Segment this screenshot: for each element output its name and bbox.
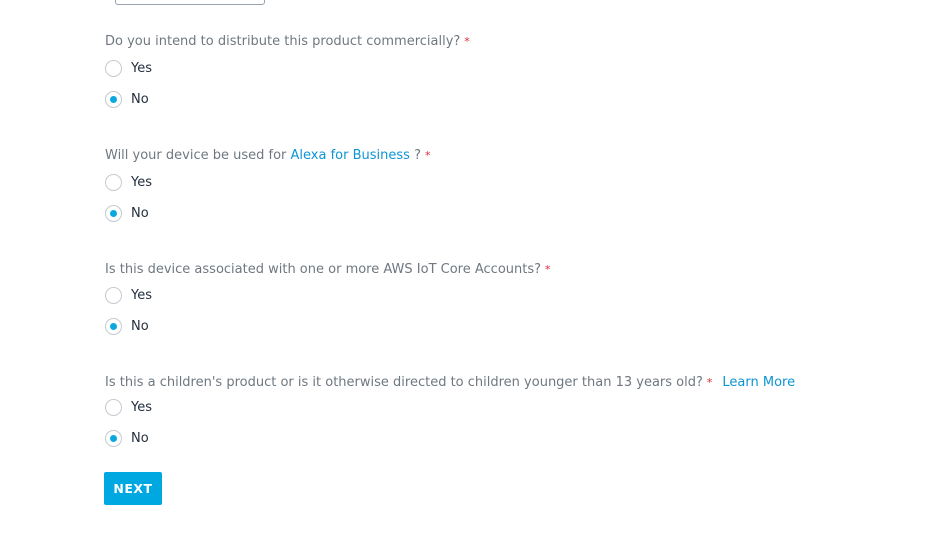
previous-input-field[interactable] xyxy=(115,0,265,5)
radio-option-alexa-no[interactable]: No xyxy=(105,203,149,223)
radio-option-distribute-no[interactable]: No xyxy=(105,89,149,109)
question-childrens-product: Is this a children's product or is it ot… xyxy=(105,374,795,392)
radio-label: Yes xyxy=(131,287,152,303)
question-aws-iot-core: Is this device associated with one or mo… xyxy=(105,261,551,279)
radio-checked[interactable] xyxy=(105,317,122,335)
question-text: Is this a children's product or is it ot… xyxy=(105,375,703,390)
radio-option-children-yes[interactable]: Yes xyxy=(105,397,152,417)
radio-label: Yes xyxy=(131,174,152,190)
radio-label: Yes xyxy=(131,399,152,415)
radio-option-children-no[interactable]: No xyxy=(105,428,149,448)
radio-checked[interactable] xyxy=(105,90,122,108)
radio-label: No xyxy=(131,91,149,107)
alexa-for-business-link[interactable]: Alexa for Business xyxy=(291,148,410,163)
radio-unchecked[interactable] xyxy=(105,286,122,304)
radio-checked[interactable] xyxy=(105,429,122,447)
radio-label: No xyxy=(131,430,149,446)
required-asterisk: * xyxy=(706,376,713,389)
required-asterisk: * xyxy=(545,263,551,276)
radio-option-alexa-yes[interactable]: Yes xyxy=(105,172,152,192)
radio-label: No xyxy=(131,205,149,221)
radio-unchecked[interactable] xyxy=(105,398,122,416)
radio-label: Yes xyxy=(131,60,152,76)
learn-more-link[interactable]: Learn More xyxy=(722,375,795,390)
question-text: Do you intend to distribute this product… xyxy=(105,34,461,49)
next-button[interactable]: NEXT xyxy=(104,472,162,505)
radio-unchecked[interactable] xyxy=(105,173,122,191)
radio-option-distribute-yes[interactable]: Yes xyxy=(105,58,152,78)
question-text: Is this device associated with one or mo… xyxy=(105,262,542,277)
question-text-after: ? xyxy=(409,148,421,163)
question-text-before: Will your device be used for xyxy=(105,148,291,163)
radio-checked[interactable] xyxy=(105,204,122,222)
radio-option-aws-no[interactable]: No xyxy=(105,316,149,336)
required-asterisk: * xyxy=(424,149,431,162)
radio-label: No xyxy=(131,318,149,334)
question-distribute-commercially: Do you intend to distribute this product… xyxy=(105,33,470,51)
question-alexa-for-business: Will your device be used for Alexa for B… xyxy=(105,147,430,165)
radio-option-aws-yes[interactable]: Yes xyxy=(105,285,152,305)
required-asterisk: * xyxy=(464,35,470,48)
radio-unchecked[interactable] xyxy=(105,59,122,77)
